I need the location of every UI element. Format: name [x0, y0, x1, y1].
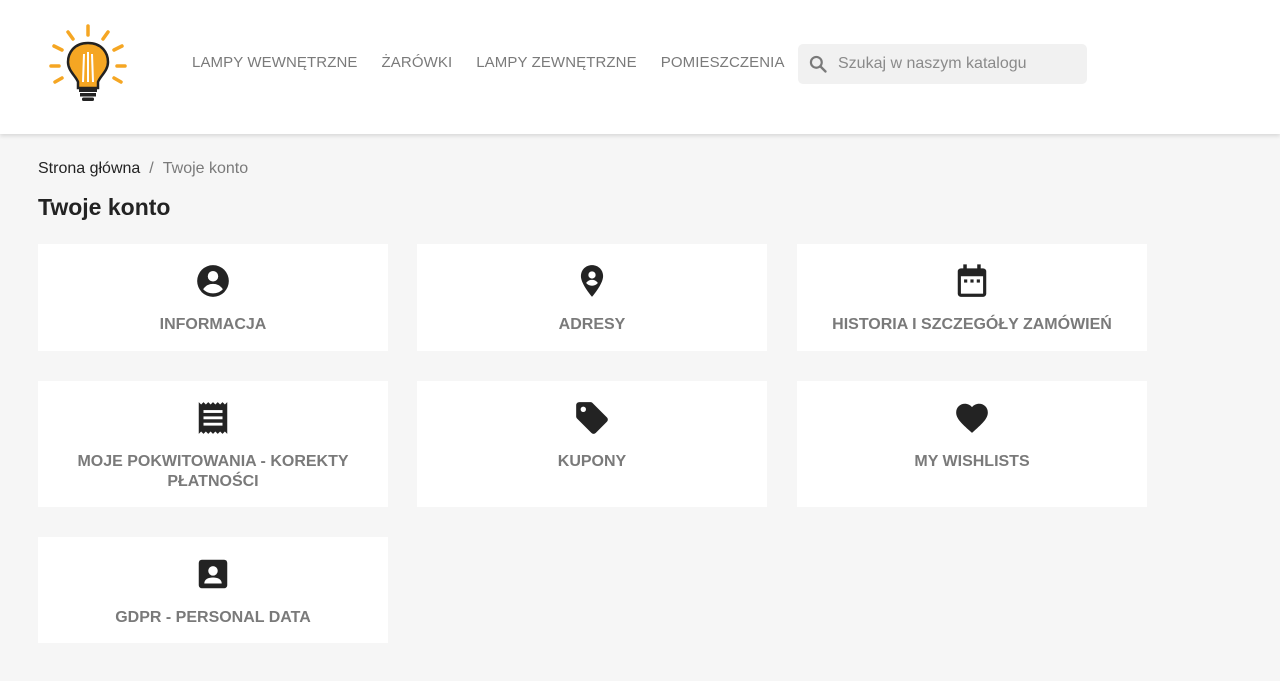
- search-icon[interactable]: [808, 54, 828, 74]
- account-card-pokwitowania[interactable]: MOJE POKWITOWANIA - KOREKTY PŁATNOŚCI: [38, 381, 388, 507]
- card-label: ADRESY: [558, 316, 626, 333]
- card-label: MY WISHLISTS: [914, 453, 1030, 470]
- account-card-wishlists[interactable]: MY WISHLISTS: [797, 381, 1147, 507]
- nav-lampy-zewnetrzne[interactable]: LAMPY ZEWNĘTRZNE: [476, 53, 637, 73]
- calendar-icon: [957, 264, 987, 297]
- nav-lampy-wewnetrzne[interactable]: LAMPY WEWNĘTRZNE: [192, 53, 358, 73]
- contact-card-icon: [198, 559, 228, 589]
- account-card-adresy[interactable]: ADRESY: [417, 244, 767, 351]
- tag-icon: [576, 402, 608, 434]
- heart-icon: [956, 403, 988, 433]
- account-card-historia[interactable]: HISTORIA I SZCZEGÓŁY ZAMÓWIEŃ: [797, 244, 1147, 351]
- search-input[interactable]: [838, 55, 1078, 73]
- breadcrumb-current: Twoje konto: [162, 160, 249, 177]
- account-circle-icon: [197, 265, 229, 297]
- card-label: MOJE POKWITOWANIA - KOREKTY PŁATNOŚCI: [77, 453, 349, 490]
- nav-pomieszczenia[interactable]: POMIESZCZENIA: [661, 53, 785, 73]
- search-box: [798, 44, 1087, 84]
- location-pin-icon: [580, 265, 604, 297]
- card-label: KUPONY: [557, 453, 627, 470]
- site-header: LAMPY WEWNĘTRZNE ŻARÓWKI LAMPY ZEWNĘTRZN…: [0, 0, 1280, 134]
- account-card-kupony[interactable]: KUPONY: [417, 381, 767, 507]
- nav-zarowki[interactable]: ŻARÓWKI: [382, 53, 453, 73]
- account-card-gdpr[interactable]: GDPR - PERSONAL DATA: [38, 537, 388, 643]
- breadcrumb-home-link[interactable]: Strona główna: [38, 159, 140, 179]
- card-label: HISTORIA I SZCZEGÓŁY ZAMÓWIEŃ: [832, 316, 1112, 333]
- breadcrumb: Strona główna / Twoje konto: [38, 159, 248, 179]
- page-title: Twoje konto: [38, 194, 171, 220]
- lightbulb-logo-icon[interactable]: [46, 24, 130, 104]
- card-label: INFORMACJA: [159, 316, 267, 333]
- receipt-icon: [198, 402, 228, 434]
- account-card-informacja[interactable]: INFORMACJA: [38, 244, 388, 351]
- card-label: GDPR - PERSONAL DATA: [115, 609, 311, 626]
- main-nav: LAMPY WEWNĘTRZNE ŻARÓWKI LAMPY ZEWNĘTRZN…: [192, 53, 785, 73]
- breadcrumb-separator: /: [149, 160, 154, 177]
